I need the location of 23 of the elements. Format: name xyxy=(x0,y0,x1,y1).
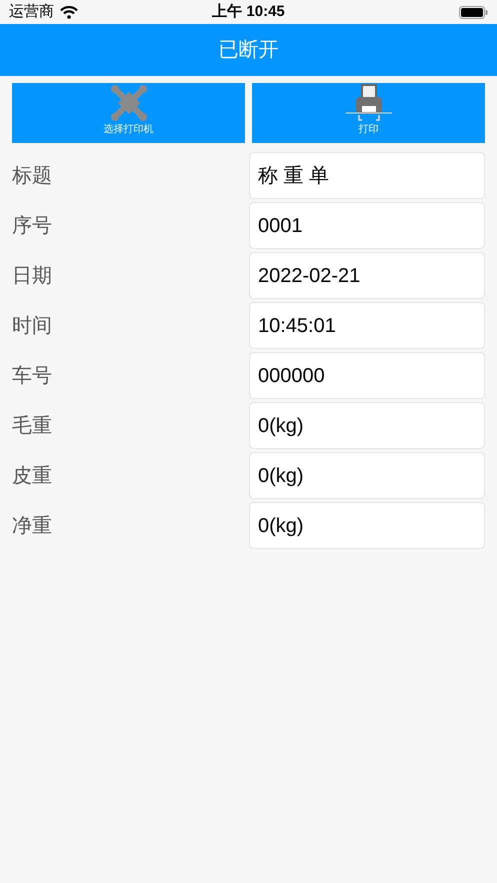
crossed-links-icon xyxy=(110,84,148,122)
input-field[interactable]: 0001 xyxy=(249,202,485,249)
clock-time: 上午 10:45 xyxy=(212,2,285,22)
input-field[interactable]: 2022-02-21 xyxy=(249,252,485,299)
field-label: 标题 xyxy=(12,164,53,188)
field-label: 净重 xyxy=(12,514,53,538)
printer-icon xyxy=(346,84,392,122)
field-label: 时间 xyxy=(12,314,53,338)
field-label: 车号 xyxy=(12,364,53,388)
field-label: 皮重 xyxy=(12,464,53,488)
input-field[interactable]: 0(kg) xyxy=(249,402,485,449)
carrier-label: 运营商 xyxy=(9,2,54,22)
field-label: 日期 xyxy=(12,264,53,288)
field-label: 序号 xyxy=(12,214,53,238)
input-field[interactable]: 0(kg) xyxy=(249,452,485,499)
field-label: 毛重 xyxy=(12,414,53,438)
input-field[interactable]: 称 重 单 xyxy=(249,152,485,199)
input-field[interactable]: 10:45:01 xyxy=(249,302,485,349)
input-field[interactable]: 000000 xyxy=(249,352,485,399)
nav-title: 已断开 xyxy=(218,38,278,63)
battery-icon xyxy=(458,6,488,18)
wifi-icon xyxy=(60,6,78,18)
input-field[interactable]: 0(kg) xyxy=(249,502,485,549)
